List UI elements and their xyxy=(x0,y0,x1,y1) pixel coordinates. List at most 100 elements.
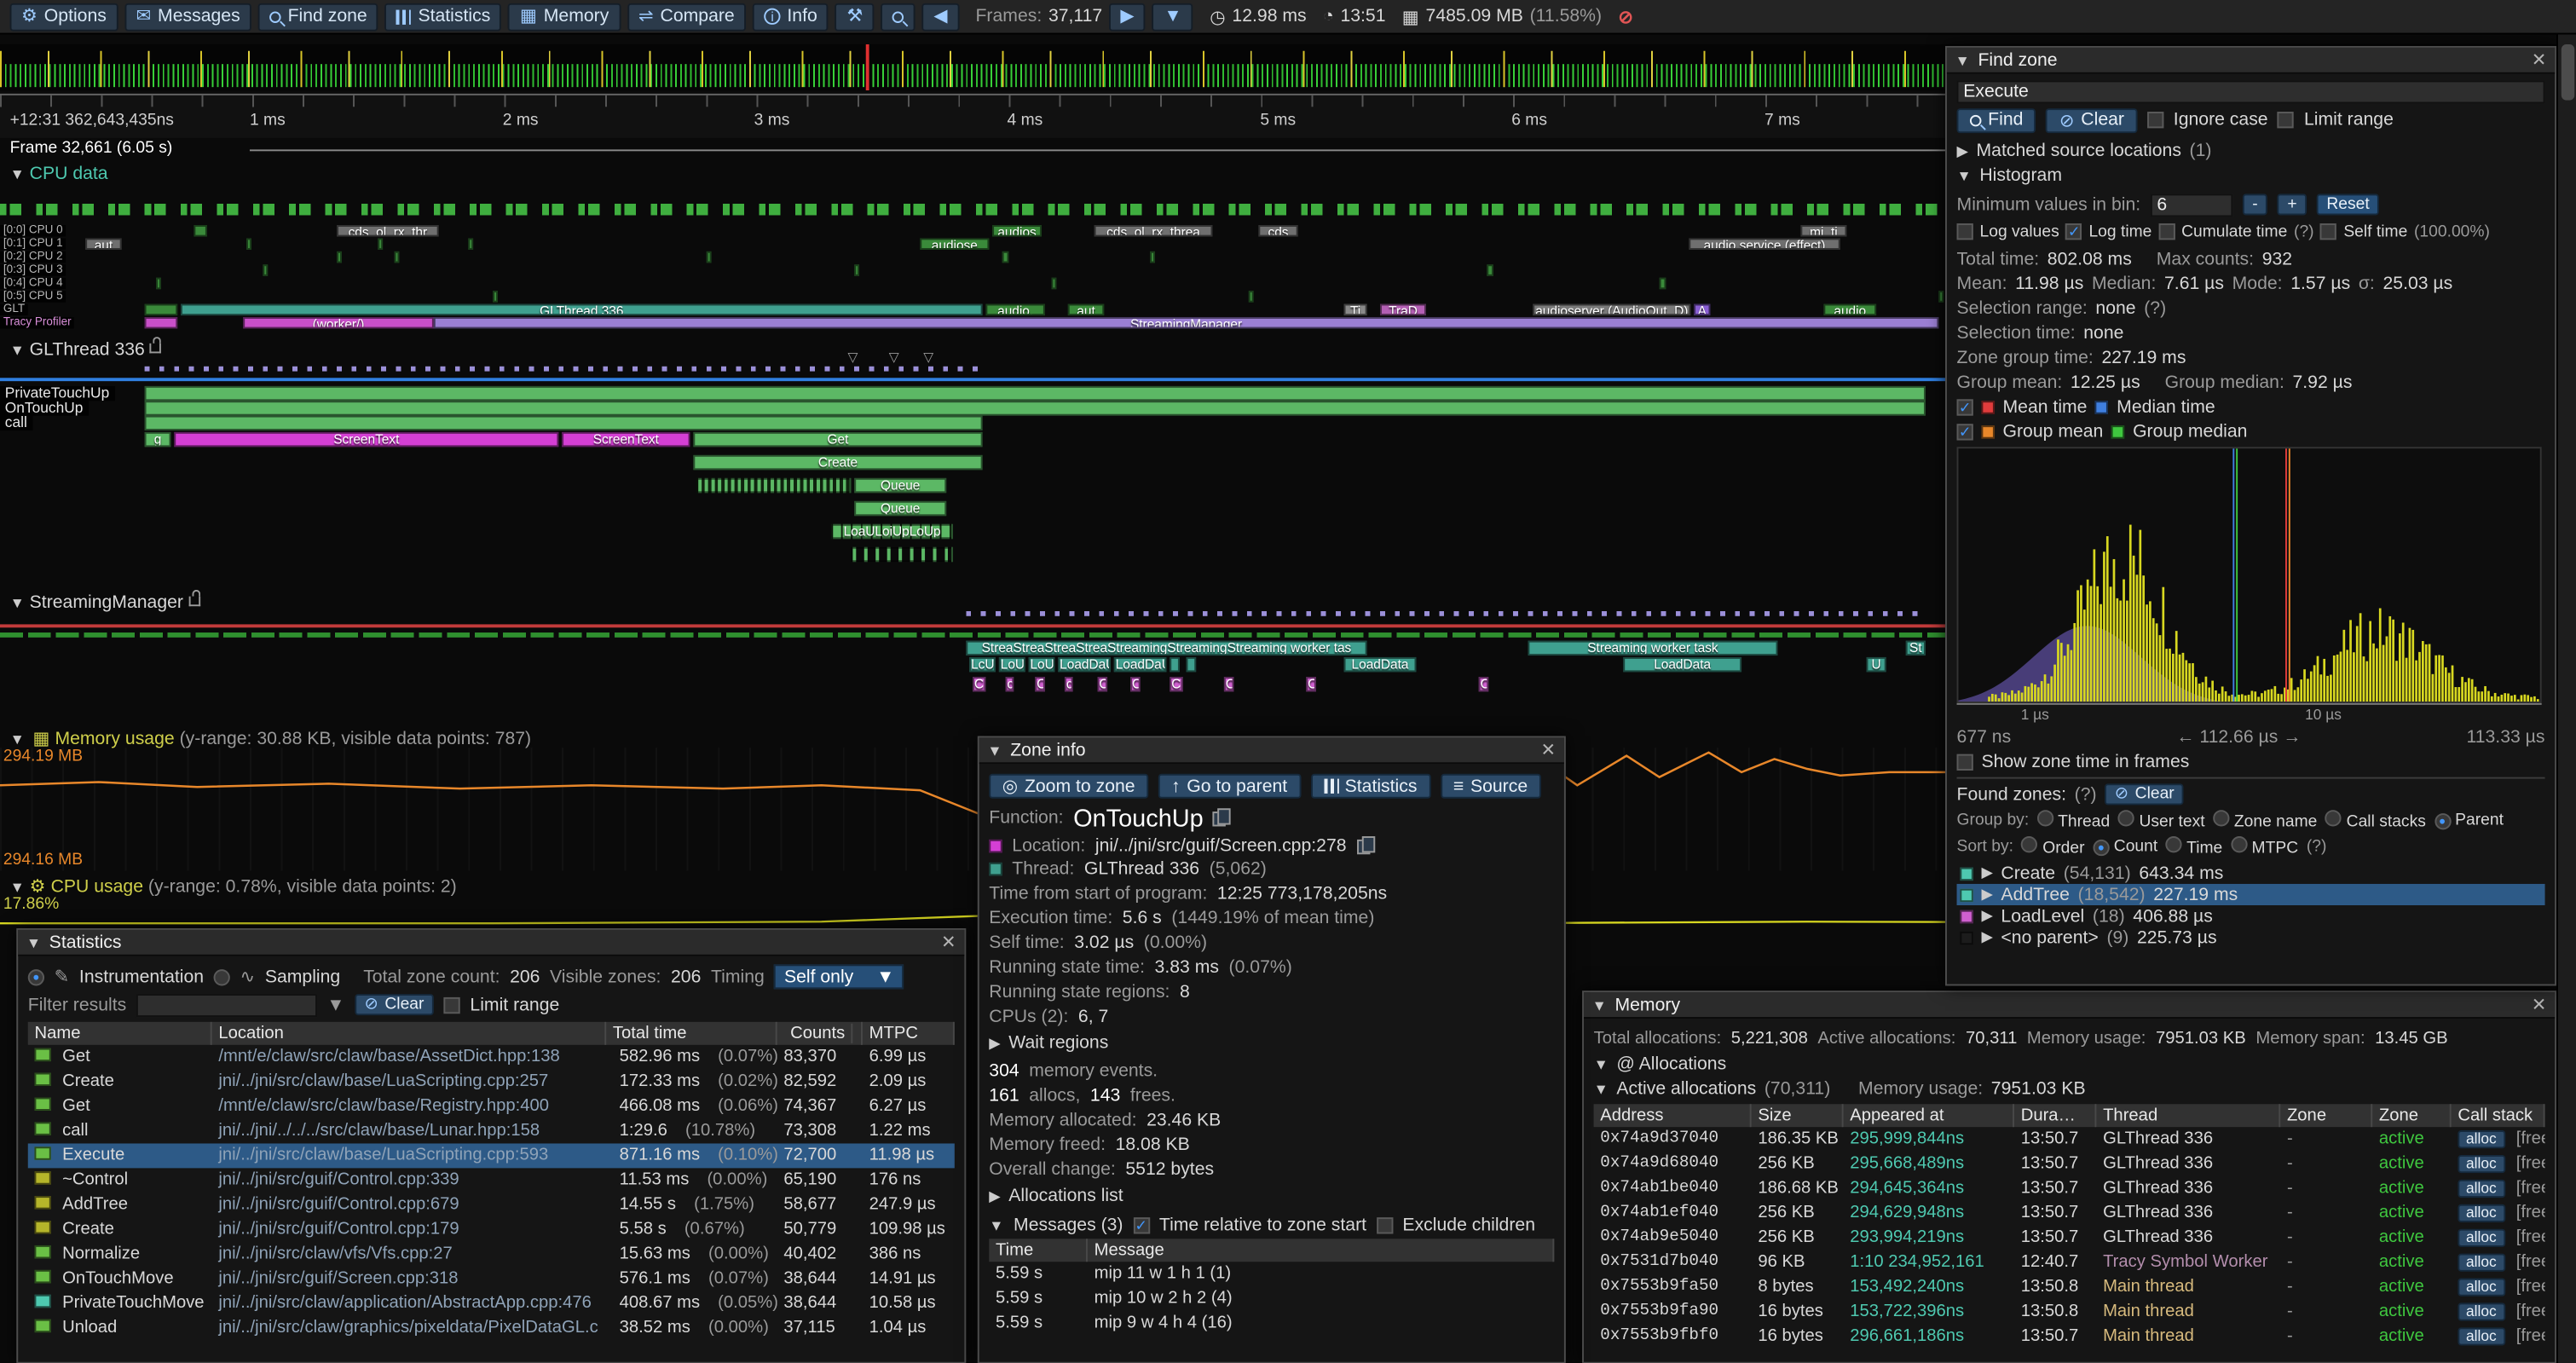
column-mtpc[interactable]: MTPC xyxy=(863,1022,955,1045)
statistics-row[interactable]: PrivateTouchMove jni/../jni/src/claw/app… xyxy=(28,1291,955,1316)
appeared-cell[interactable]: 294,645,364ns xyxy=(1844,1176,2014,1201)
zone-segment[interactable] xyxy=(193,225,206,236)
clear-found-button[interactable]: ⊘Clear xyxy=(2105,783,2184,805)
sort-by-radio[interactable]: MTPC xyxy=(2231,836,2298,858)
zone-segment[interactable] xyxy=(854,264,859,275)
find-button[interactable]: Find xyxy=(1957,107,2036,132)
message-row[interactable]: 5.59 s mip 9 w 4 h 4 (16) xyxy=(989,1311,1554,1336)
zone-segment[interactable]: C xyxy=(1035,677,1045,691)
zone-segment[interactable]: audioserver (AudioOut_D) xyxy=(1533,304,1690,315)
zone-segment[interactable] xyxy=(263,264,268,275)
zone-time-histogram[interactable] xyxy=(1957,447,2542,703)
column-thread[interactable]: Thread xyxy=(2096,1104,2280,1127)
zone-segment[interactable] xyxy=(1938,291,1944,302)
zone-statistics-button[interactable]: Statistics xyxy=(1310,774,1430,799)
column-counts[interactable]: Counts ▼ xyxy=(777,1022,863,1045)
allocations-list-expander[interactable]: ▶Allocations list xyxy=(989,1187,1554,1206)
memory-button[interactable]: ▦Memory xyxy=(509,3,621,31)
zone-segment[interactable]: LcU xyxy=(969,657,996,672)
alloc-stack-button[interactable]: alloc xyxy=(2458,1204,2504,1222)
zone-segment[interactable]: LoU xyxy=(1029,657,1055,672)
min-bin-input[interactable] xyxy=(2151,193,2232,216)
close-icon[interactable]: ✕ xyxy=(941,932,956,953)
tools-button[interactable]: ⚒ xyxy=(835,3,875,31)
group-by-radio[interactable]: User text xyxy=(2118,810,2205,831)
allocation-row[interactable]: 0x74a9d37040 186.35 KB 295,999,844ns 13:… xyxy=(1594,1127,2545,1152)
message-dots-row[interactable] xyxy=(145,367,986,372)
statistics-row[interactable]: call jni/../jni/../../../src/claw/base/L… xyxy=(28,1119,955,1144)
zone-segment[interactable] xyxy=(1487,264,1493,275)
zone-segment[interactable]: c xyxy=(1006,677,1014,691)
alloc-stack-button[interactable]: alloc xyxy=(2458,1155,2504,1173)
matched-locations-expander[interactable]: ▶Matched source locations(1) xyxy=(1957,141,2545,161)
zone-segment[interactable] xyxy=(145,317,178,328)
prev-frame-button[interactable]: ◀ xyxy=(922,3,959,31)
zone-segment[interactable] xyxy=(156,278,161,289)
column-zone-alloc[interactable]: Zone alloc xyxy=(2280,1104,2372,1127)
allocation-row[interactable]: 0x7553b9fbf0 16 bytes 296,661,186ns 13:5… xyxy=(1594,1324,2545,1349)
relative-time-checkbox[interactable]: ✓ xyxy=(1133,1216,1149,1233)
zone-segment[interactable]: Get xyxy=(693,432,982,447)
log-time-checkbox[interactable]: ✓ xyxy=(2065,223,2082,240)
zoom-search-button[interactable] xyxy=(881,3,915,31)
zoom-to-zone-button[interactable]: ◎Zoom to zone xyxy=(989,774,1148,799)
zone-segment[interactable]: aut xyxy=(85,238,121,249)
appeared-cell[interactable]: 295,668,489ns xyxy=(1844,1152,2014,1176)
next-frame-button[interactable]: ▶ xyxy=(1109,3,1146,31)
column-appeared[interactable]: Appeared at xyxy=(1844,1104,2014,1127)
alloc-stack-button[interactable]: alloc xyxy=(2458,1254,2504,1272)
message-row[interactable]: 5.59 s mip 11 w 1 h 1 (1) xyxy=(989,1262,1554,1286)
column-message[interactable]: Message xyxy=(1088,1239,1554,1262)
zone-segment[interactable]: cds xyxy=(1258,225,1297,236)
source-button[interactable]: ≡Source xyxy=(1440,774,1540,799)
frame-dropdown-button[interactable]: ▼ xyxy=(1152,3,1193,31)
zone-segment[interactable]: LoadData xyxy=(1623,657,1741,672)
column-location[interactable]: Location xyxy=(212,1022,607,1045)
zone-segment[interactable] xyxy=(378,238,383,249)
statistics-row[interactable]: Execute jni/../jni/src/claw/base/LuaScri… xyxy=(28,1143,955,1168)
column-time[interactable]: Time xyxy=(989,1239,1088,1262)
zone-segment[interactable]: LoadData xyxy=(1344,657,1417,672)
zone-segment[interactable]: C xyxy=(1224,677,1234,691)
zone-info-titlebar[interactable]: ▼Zone info✕ xyxy=(979,737,1564,764)
alloc-stack-button[interactable]: alloc xyxy=(2458,1180,2504,1198)
statistics-row[interactable]: Create jni/../jni/src/guif/Control.cpp:1… xyxy=(28,1217,955,1242)
zone-segment[interactable]: cds_ol_rx_threa xyxy=(1095,225,1213,236)
zone-segment[interactable] xyxy=(145,416,983,430)
zone-segment[interactable]: (worker/) xyxy=(243,317,434,328)
statistics-row[interactable]: Get /mnt/e/claw/src/claw/base/AssetDict.… xyxy=(28,1045,955,1070)
group-by-radio[interactable]: Thread xyxy=(2037,810,2110,831)
zone-segment[interactable]: LoadDaU xyxy=(1058,657,1111,672)
collapsed-zone-marker[interactable]: ▽ xyxy=(848,350,858,365)
zone-segment[interactable]: audio.service (effect) xyxy=(1689,238,1840,249)
zone-segment[interactable]: U xyxy=(1867,657,1886,672)
statistics-row[interactable]: OnTouchMove jni/../jni/src/guif/Screen.c… xyxy=(28,1267,955,1291)
zone-segment[interactable]: c xyxy=(1065,677,1073,691)
statistics-table-header[interactable]: Name Location Total time Counts ▼ MTPC xyxy=(28,1022,955,1045)
zone-segment[interactable] xyxy=(145,304,178,315)
column-size[interactable]: Size xyxy=(1752,1104,1844,1127)
cumulate-time-checkbox[interactable] xyxy=(2158,223,2175,240)
self-time-checkbox[interactable] xyxy=(2320,223,2336,240)
clear-button[interactable]: ⊘Clear xyxy=(2046,107,2137,132)
alloc-stack-button[interactable]: alloc xyxy=(2458,1130,2504,1148)
messages-button[interactable]: ✉Messages xyxy=(124,3,251,31)
cpu-data-header[interactable]: ▼ CPU data xyxy=(10,165,108,184)
histogram-expander[interactable]: ▼Histogram xyxy=(1957,166,2545,186)
appeared-cell[interactable]: 1:10 234,952,161 xyxy=(1844,1250,2014,1275)
scrollbar-thumb[interactable] xyxy=(2562,44,2574,101)
allocation-row[interactable]: 0x74ab1be040 186.68 KB 294,645,364ns 13:… xyxy=(1594,1176,2545,1201)
group-by-radio[interactable]: Zone name xyxy=(2213,810,2317,831)
sort-by-radio[interactable]: Time xyxy=(2166,836,2222,858)
zone-segment[interactable]: A xyxy=(1694,304,1710,315)
zone-segment[interactable]: Ci xyxy=(973,677,985,691)
zone-segment[interactable] xyxy=(246,238,251,249)
zone-segment[interactable] xyxy=(1170,657,1180,672)
zone-segment[interactable]: Ti xyxy=(1344,304,1367,315)
column-total-time[interactable]: Total time xyxy=(606,1022,777,1045)
zone-segment[interactable]: Create xyxy=(693,455,982,470)
collapsed-zone-marker[interactable]: ▽ xyxy=(889,350,899,365)
limit-range-checkbox[interactable] xyxy=(2278,112,2294,128)
clear-filter-button[interactable]: ⊘Clear xyxy=(355,994,434,1015)
plus-button[interactable]: + xyxy=(2278,193,2307,215)
